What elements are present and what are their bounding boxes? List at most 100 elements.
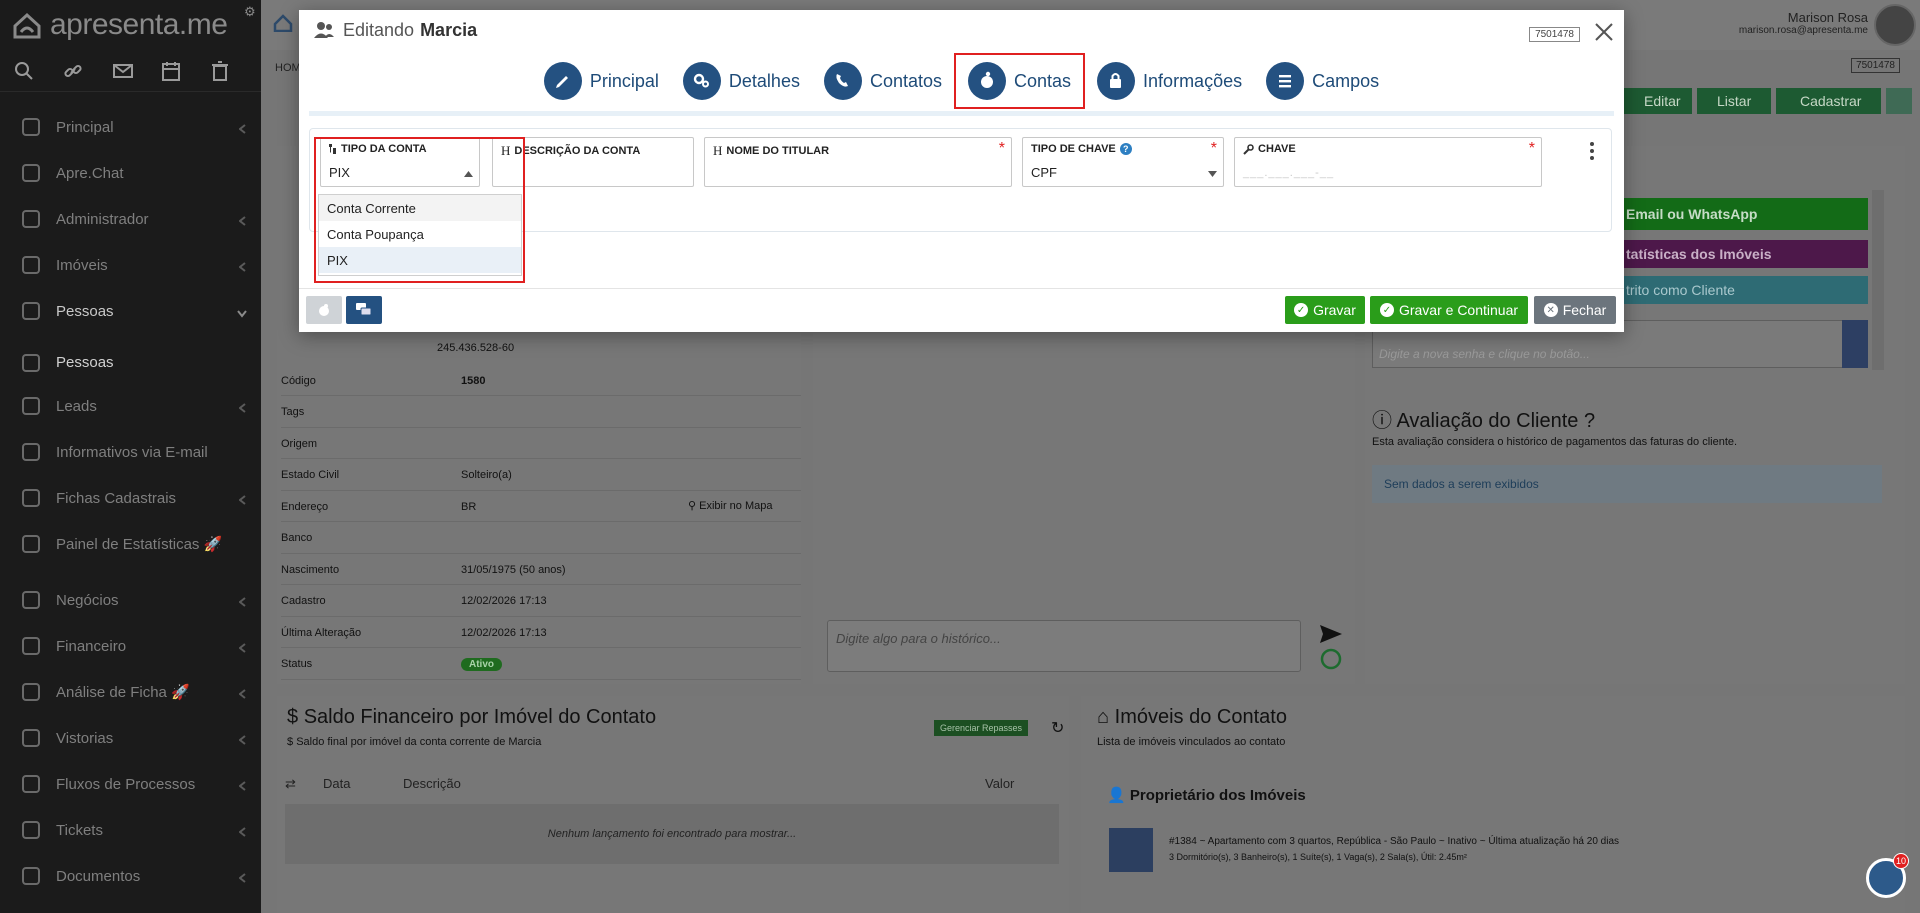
owner-title-text: Proprietário dos Imóveis bbox=[1129, 787, 1306, 804]
kebab-menu-icon[interactable] bbox=[1589, 141, 1595, 161]
document-icon bbox=[20, 865, 42, 887]
tab-label: Campos bbox=[1312, 70, 1380, 91]
save-continue-button[interactable]: ✓ Gravar e Continuar bbox=[1370, 296, 1528, 324]
brand-name: apresenta.me bbox=[50, 8, 228, 41]
sidebar-item-label: Principal bbox=[56, 118, 114, 136]
sidebar-item-document[interactable]: Documentos bbox=[0, 853, 261, 899]
page-id-badge: 7501478 bbox=[1851, 58, 1900, 73]
search-icon[interactable] bbox=[14, 56, 63, 86]
chat-launcher[interactable]: 10 bbox=[1866, 853, 1909, 898]
info-value: BR bbox=[461, 500, 477, 513]
sidebar-item-analysis[interactable]: Análise de Ficha 🚀 bbox=[0, 669, 261, 715]
chevron-left-icon bbox=[238, 824, 247, 841]
tab-detalhes[interactable]: Detalhes bbox=[671, 56, 812, 106]
holder-name-field[interactable]: H NOME DO TITULAR * bbox=[704, 137, 1012, 187]
tab-principal[interactable]: Principal bbox=[532, 56, 671, 106]
tab-campos[interactable]: Campos bbox=[1254, 56, 1391, 106]
restrict-banner[interactable]: trito como Cliente bbox=[1612, 276, 1868, 304]
chevron-left-icon bbox=[238, 686, 247, 703]
avatar[interactable] bbox=[1874, 4, 1916, 46]
key-type-label: TIPO DE CHAVE ? bbox=[1031, 143, 1132, 155]
sidebar-item-chat[interactable]: Apre.Chat bbox=[0, 150, 261, 196]
sidebar-item-label: Documentos bbox=[56, 867, 141, 885]
edit-button[interactable]: Editar bbox=[1624, 88, 1692, 114]
sidebar-item-home[interactable]: Imóveis bbox=[0, 242, 261, 288]
people-icon bbox=[20, 352, 42, 374]
sidebar-item-label: Vistorias bbox=[56, 729, 114, 747]
list-button[interactable]: Listar bbox=[1697, 88, 1771, 114]
accounts-icon-button[interactable] bbox=[306, 296, 342, 324]
stats-icon bbox=[20, 533, 42, 555]
sidebar-item-label: Análise de Ficha 🚀 bbox=[56, 684, 190, 701]
whatsapp-icon[interactable] bbox=[1320, 648, 1342, 670]
brand-logo[interactable]: apresenta.me ⚙ bbox=[0, 0, 261, 50]
property-thumb[interactable] bbox=[1109, 828, 1153, 872]
info-row: Código 1580 bbox=[281, 366, 801, 396]
sidebar-item-stats[interactable]: Painel de Estatísticas 🚀 bbox=[0, 521, 261, 567]
home-small-icon[interactable] bbox=[273, 14, 293, 32]
user-info[interactable]: Marison Rosa marison.rosa@apresenta.me bbox=[1739, 10, 1868, 36]
add-button[interactable]: Cadastrar bbox=[1776, 88, 1881, 114]
manage-transfers-button[interactable]: Gerenciar Repasses bbox=[934, 720, 1029, 736]
trash-icon[interactable] bbox=[211, 56, 261, 86]
key-button[interactable] bbox=[1842, 320, 1868, 368]
sidebar-item-dashboard[interactable]: Principal bbox=[0, 104, 261, 150]
sidebar-item-calendar[interactable]: Agenda bbox=[0, 899, 261, 913]
sidebar-item-label: Informativos via E-mail bbox=[56, 443, 208, 461]
caret-down-icon bbox=[1208, 171, 1217, 177]
modal-header: Editando Marcia bbox=[299, 10, 1624, 50]
help-icon[interactable]: ? bbox=[1119, 143, 1132, 155]
calendar-icon[interactable] bbox=[162, 56, 211, 86]
sidebar-item-label: Painel de Estatísticas 🚀 bbox=[56, 536, 223, 553]
stats-banner[interactable]: tatísticas dos Imóveis bbox=[1612, 240, 1868, 268]
sidebar-item-flow[interactable]: Fluxos de Processos bbox=[0, 761, 261, 807]
sidebar-item-people[interactable]: Pessoas bbox=[0, 288, 261, 334]
envelope-icon[interactable] bbox=[112, 56, 162, 86]
sidebar-item-people[interactable]: Pessoas bbox=[0, 342, 261, 383]
check-circle-icon: ✓ bbox=[1379, 303, 1394, 317]
password-placeholder: Digite a nova senha e clique no botão... bbox=[1379, 347, 1590, 361]
sidebar-item-handshake[interactable]: Negócios bbox=[0, 577, 261, 623]
property-item[interactable]: #1384 ~ Apartamento com 3 quartos, Repúb… bbox=[1169, 836, 1619, 847]
sidebar-item-leads[interactable]: Leads bbox=[0, 383, 261, 429]
sidebar-item-camera[interactable]: Vistorias bbox=[0, 715, 261, 761]
scrollbar[interactable] bbox=[1872, 190, 1884, 370]
chat-icon-button[interactable] bbox=[346, 296, 382, 324]
save-button[interactable]: ✓ Gravar bbox=[1285, 296, 1365, 324]
tab-contatos[interactable]: Contatos bbox=[812, 56, 954, 106]
refresh-icon[interactable]: ↻ bbox=[1051, 718, 1064, 738]
sidebar-item-user-admin[interactable]: Administrador bbox=[0, 196, 261, 242]
info-row: Tags bbox=[281, 398, 801, 428]
sidebar-item-ticket[interactable]: Tickets bbox=[0, 807, 261, 853]
modal-footer: ✓ Gravar ✓ Gravar e Continuar ✕ Fechar bbox=[299, 288, 1624, 332]
col-description[interactable]: Descrição bbox=[403, 776, 461, 791]
settings-dot-icon[interactable]: ⚙ bbox=[244, 4, 256, 20]
tab-contas[interactable]: Contas bbox=[954, 53, 1086, 109]
ticket-icon bbox=[20, 819, 42, 841]
key-field[interactable]: CHAVE * ___.___.___-__ bbox=[1234, 137, 1542, 187]
sidebar-item-mail[interactable]: Informativos via E-mail bbox=[0, 429, 261, 475]
col-date[interactable]: Data bbox=[323, 776, 350, 791]
tab-informaes[interactable]: Informações bbox=[1085, 56, 1254, 106]
extra-action-button[interactable] bbox=[1886, 88, 1912, 114]
holder-name-label-text: NOME DO TITULAR bbox=[726, 145, 830, 157]
close-button[interactable]: ✕ Fechar bbox=[1534, 296, 1616, 324]
required-marker: * bbox=[1210, 140, 1217, 157]
sidebar-item-money[interactable]: Financeiro bbox=[0, 623, 261, 669]
info-row: Endereço BR bbox=[281, 492, 801, 522]
close-icon[interactable] bbox=[1592, 20, 1616, 44]
history-input[interactable]: Digite algo para o histórico... bbox=[827, 620, 1301, 672]
close-button-label: Fechar bbox=[1562, 302, 1607, 318]
sidebar-item-files[interactable]: Fichas Cadastrais bbox=[0, 475, 261, 521]
help-icon[interactable]: ? bbox=[1584, 410, 1595, 432]
link-icon[interactable] bbox=[63, 56, 112, 86]
breadcrumb[interactable]: HOM bbox=[275, 62, 301, 74]
col-value[interactable]: Valor bbox=[985, 776, 1014, 791]
swap-icon[interactable]: ⇄ bbox=[285, 776, 296, 792]
sidebar-item-label: Imóveis bbox=[56, 256, 108, 274]
send-icon[interactable] bbox=[1319, 624, 1343, 644]
email-whatsapp-banner[interactable]: Email ou WhatsApp bbox=[1612, 198, 1868, 230]
chevron-down-icon bbox=[237, 305, 247, 322]
key-type-select[interactable]: TIPO DE CHAVE ? * CPF bbox=[1022, 137, 1224, 187]
chevron-left-icon bbox=[238, 259, 247, 276]
